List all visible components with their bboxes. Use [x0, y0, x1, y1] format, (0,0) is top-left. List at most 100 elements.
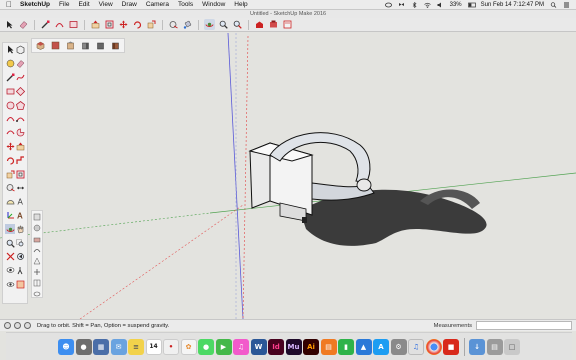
mission-control-icon[interactable]: ▦ [93, 338, 109, 355]
geo-location-icon[interactable] [4, 322, 11, 329]
menu-window[interactable]: Window [202, 0, 225, 10]
photos-icon[interactable]: ✿ [180, 338, 197, 355]
menu-app-name[interactable]: SketchUp [20, 0, 50, 10]
left-view-icon[interactable] [110, 40, 121, 51]
files-stack-icon[interactable]: ▤ [486, 338, 503, 355]
illustrator-icon[interactable]: Ai [303, 338, 319, 355]
itunes-icon[interactable]: ♫ [233, 338, 249, 355]
keynote-icon[interactable]: ▲ [355, 338, 372, 355]
menu-file[interactable]: File [59, 0, 69, 10]
rotated-rectangle-icon[interactable] [15, 86, 25, 96]
two-point-arc-icon[interactable] [15, 114, 25, 124]
credits-icon[interactable] [14, 322, 21, 329]
push-pull-icon[interactable] [90, 19, 101, 30]
polygon-tool-icon[interactable] [15, 100, 25, 110]
sub-tool-stamp-icon[interactable] [32, 233, 42, 244]
menu-clock[interactable]: Sun Feb 14 7:12:47 PM [481, 2, 544, 8]
move-icon[interactable] [118, 19, 129, 30]
follow-me-icon[interactable] [15, 155, 25, 165]
text-tool-icon[interactable]: A [15, 197, 25, 207]
circle-tool-icon[interactable] [5, 100, 15, 110]
warehouse-icon[interactable] [254, 19, 265, 30]
dropbox-icon[interactable] [398, 2, 405, 8]
sub-tool-sandbox-icon[interactable] [32, 211, 42, 222]
top-view-icon[interactable] [50, 40, 61, 51]
spotlight-icon[interactable] [550, 2, 557, 8]
offset-tool-icon[interactable] [15, 169, 25, 179]
line-tool-icon[interactable] [5, 72, 15, 82]
extension-icon[interactable] [268, 19, 279, 30]
arc-tool-icon[interactable] [5, 114, 15, 124]
trash-icon[interactable]: □ [504, 338, 520, 355]
sub-tool-grid-icon[interactable] [32, 277, 42, 288]
sub-tool-drape-icon[interactable] [32, 244, 42, 255]
dimension-tool-icon[interactable] [15, 183, 25, 193]
reminders-icon[interactable]: • [163, 338, 179, 355]
eraser-tool-icon[interactable] [15, 59, 25, 69]
facetime-icon[interactable]: ▶ [215, 338, 232, 355]
app-store-icon[interactable]: A [373, 338, 389, 355]
notification-center-icon[interactable] [563, 2, 570, 8]
zoom-extents-tool-icon[interactable] [5, 252, 15, 262]
3d-text-tool-icon[interactable]: A [15, 210, 25, 220]
paint-tool-icon[interactable] [5, 59, 15, 69]
back-view-icon[interactable] [95, 40, 106, 51]
push-pull-tool-icon[interactable] [15, 141, 25, 151]
scale-tool-icon[interactable] [5, 169, 15, 179]
menu-help[interactable]: Help [234, 0, 247, 10]
offset-icon[interactable] [104, 19, 115, 30]
rotate-tool-icon[interactable] [5, 155, 15, 165]
pie-tool-icon[interactable] [15, 128, 25, 138]
wifi-icon[interactable] [423, 2, 431, 8]
menu-camera[interactable]: Camera [146, 0, 169, 10]
indesign-icon[interactable]: Id [268, 338, 284, 355]
make-component-icon[interactable] [15, 45, 25, 55]
iso-view-icon[interactable] [35, 40, 46, 51]
word-icon[interactable]: W [250, 338, 267, 355]
chrome-icon[interactable] [425, 338, 442, 355]
previous-view-icon[interactable] [15, 252, 25, 262]
shape-icon[interactable] [68, 19, 79, 30]
paint-bucket-icon[interactable] [182, 19, 193, 30]
select-icon[interactable] [4, 19, 15, 30]
menu-edit[interactable]: Edit [78, 0, 89, 10]
position-camera-icon[interactable] [5, 266, 15, 276]
layout-icon[interactable] [282, 19, 293, 30]
numbers-icon[interactable]: ▮ [338, 338, 354, 355]
itunes-2-icon[interactable]: ♫ [408, 338, 424, 355]
messages-icon[interactable]: ● [198, 338, 214, 355]
move-tool-icon[interactable] [5, 141, 15, 151]
volume-icon[interactable] [437, 2, 444, 8]
eraser-icon[interactable] [18, 19, 29, 30]
apple-icon[interactable]:  [6, 0, 12, 10]
front-view-icon[interactable] [65, 40, 76, 51]
section-plane-icon[interactable] [15, 279, 25, 289]
menu-draw[interactable]: Draw [122, 0, 137, 10]
orbit-icon[interactable] [204, 19, 215, 30]
zoom-icon[interactable] [218, 19, 229, 30]
downloads-icon[interactable]: ↓ [469, 338, 485, 355]
scale-icon[interactable] [146, 19, 157, 30]
line-icon[interactable] [40, 19, 51, 30]
sub-tool-contours-icon[interactable] [32, 288, 42, 299]
tape-measure-tool-icon[interactable] [5, 183, 15, 193]
muse-icon[interactable]: Mu [285, 338, 302, 355]
protractor-tool-icon[interactable] [5, 197, 15, 207]
finder-icon[interactable]: ☻ [58, 338, 74, 355]
bluetooth-icon[interactable] [411, 1, 418, 9]
notes-icon[interactable]: ≡ [128, 338, 144, 355]
freehand-tool-icon[interactable] [15, 72, 25, 82]
system-preferences-icon[interactable]: ⚙ [390, 338, 407, 355]
arc-icon[interactable] [54, 19, 65, 30]
rotate-icon[interactable] [132, 19, 143, 30]
menu-tools[interactable]: Tools [178, 0, 193, 10]
calendar-icon[interactable]: 14 [145, 338, 162, 355]
creative-cloud-icon[interactable] [384, 2, 392, 8]
zoom-window-icon[interactable] [15, 238, 25, 248]
pan-tool-icon[interactable] [15, 224, 25, 234]
model-viewport[interactable] [0, 33, 576, 319]
mail-icon[interactable]: ✉ [110, 338, 127, 355]
axes-tool-icon[interactable] [5, 210, 15, 220]
sub-tool-detail-icon[interactable] [32, 255, 42, 266]
ibooks-icon[interactable]: ▤ [320, 338, 337, 355]
